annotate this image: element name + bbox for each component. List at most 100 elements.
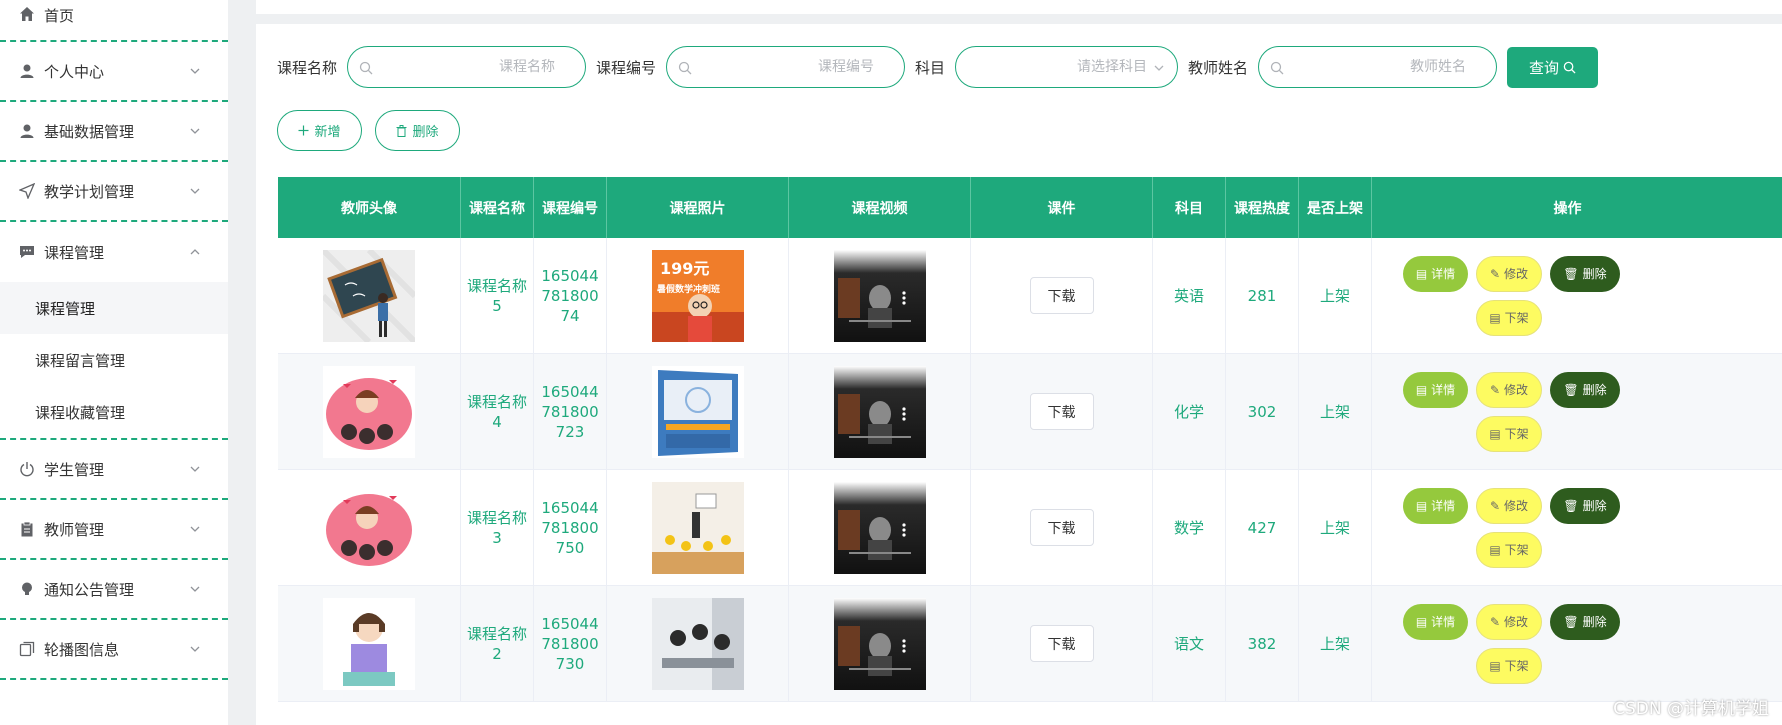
- subject-select[interactable]: [955, 46, 1179, 88]
- teacher-avatar-image: [323, 249, 415, 342]
- course-video-player[interactable]: [833, 597, 926, 690]
- edit-button[interactable]: ✎ 修改: [1476, 487, 1542, 524]
- sidebar-subitem-course-comments[interactable]: 课程留言管理: [0, 334, 228, 386]
- sidebar-item-teaching-plan[interactable]: 教学计划管理: [0, 162, 228, 222]
- chevron-down-icon: [190, 466, 200, 472]
- trash-icon: 🗑: [1563, 266, 1579, 281]
- bulb-icon: [18, 580, 36, 598]
- course-submenu: 课程管理 课程留言管理 课程收藏管理: [0, 282, 228, 440]
- sidebar-item-course-management[interactable]: 课程管理: [0, 222, 228, 282]
- detail-button[interactable]: ▤ 详情: [1403, 603, 1468, 640]
- table-row: 课程名称4 165044781800723 下载 化学 302 上架 ▤ 详情 …: [278, 354, 1782, 470]
- search-icon: [1563, 61, 1576, 74]
- chevron-down-icon: [190, 68, 200, 74]
- user-icon: [18, 62, 36, 80]
- teacher-avatar-image: [323, 597, 415, 690]
- user-icon: [18, 122, 36, 140]
- unlist-label: 下架: [1504, 659, 1529, 673]
- trash-icon: 🗑: [1563, 614, 1579, 629]
- sidebar-subitem-course[interactable]: 课程管理: [0, 282, 228, 334]
- delete-button[interactable]: 🗑 删除: [1550, 255, 1620, 292]
- course-photo-image: [651, 365, 744, 458]
- detail-label: 详情: [1431, 383, 1456, 397]
- add-button[interactable]: 新增: [277, 110, 362, 151]
- sidebar-item-basic-data[interactable]: 基础数据管理: [0, 102, 228, 162]
- unlist-button[interactable]: ▤ 下架: [1476, 531, 1542, 568]
- sidebar-item-student[interactable]: 学生管理: [0, 440, 228, 500]
- trash-icon: [396, 124, 407, 137]
- course-table: 教师头像 课程名称 课程编号 课程照片 课程视频 课件 科目 课程热度 是否上架…: [278, 177, 1782, 702]
- course-video-player[interactable]: [833, 365, 926, 458]
- detail-button[interactable]: ▤ 详情: [1403, 487, 1468, 524]
- course-video-player[interactable]: [833, 249, 926, 342]
- trash-icon: 🗑: [1563, 382, 1579, 397]
- teacher-name-label: 教师姓名: [1188, 58, 1249, 77]
- sidebar-item-home[interactable]: 首页: [0, 0, 228, 42]
- chevron-down-icon: [190, 586, 200, 592]
- edit-button[interactable]: ✎ 修改: [1476, 371, 1542, 408]
- edit-label: 修改: [1504, 615, 1529, 629]
- course-video-player[interactable]: [833, 481, 926, 574]
- row-actions: ▤ 详情 ✎ 修改 🗑 删除 ▤ 下架: [1372, 238, 1763, 354]
- course-photo-image: [651, 597, 744, 690]
- sidebar: 首页 个人中心 基础数据管理 教学计划管理 课程管理 课程管理 课程留言管理 课…: [0, 0, 228, 725]
- row-actions: ▤ 详情 ✎ 修改 🗑 删除 ▤ 下架: [1372, 354, 1763, 470]
- course-no-input[interactable]: [667, 47, 905, 87]
- sidebar-item-notice[interactable]: 通知公告管理: [0, 560, 228, 620]
- course-no-cell: 165044781800723: [534, 354, 607, 469]
- delete-label: 删除: [1582, 267, 1607, 281]
- sidebar-item-label: 通知公告管理: [44, 580, 135, 599]
- pencil-icon: ✎: [1489, 498, 1501, 513]
- subject-label: 科目: [915, 58, 946, 77]
- main-area: 课程名称 课程编号 科目 教师姓名 查询: [256, 0, 1782, 725]
- delete-batch-button[interactable]: 删除: [375, 110, 460, 151]
- doc-icon: ▤: [1415, 266, 1428, 281]
- search-icon: [359, 61, 373, 75]
- table-header: 教师头像 课程名称 课程编号 课程照片 课程视频 课件 科目 课程热度 是否上架…: [278, 177, 1782, 238]
- unlist-button[interactable]: ▤ 下架: [1476, 415, 1542, 452]
- edit-button[interactable]: ✎ 修改: [1476, 255, 1542, 292]
- sidebar-subitem-course-favorites[interactable]: 课程收藏管理: [0, 386, 228, 438]
- copy-icon: [18, 640, 36, 658]
- course-no-field[interactable]: [666, 46, 906, 88]
- unlist-button[interactable]: ▤ 下架: [1476, 647, 1542, 684]
- sidebar-item-label: 首页: [44, 7, 75, 25]
- detail-button[interactable]: ▤ 详情: [1403, 255, 1468, 292]
- clipboard-icon: [18, 520, 36, 538]
- status-cell: 上架: [1299, 470, 1372, 585]
- chevron-down-icon: [1154, 65, 1164, 71]
- unlist-label: 下架: [1504, 543, 1529, 557]
- course-name-cell: 课程名称2: [461, 586, 534, 701]
- sidebar-item-personal-center[interactable]: 个人中心: [0, 42, 228, 102]
- sidebar-item-carousel[interactable]: 轮播图信息: [0, 620, 228, 680]
- power-icon: [18, 460, 36, 478]
- sidebar-item-label: 基础数据管理: [44, 122, 135, 141]
- download-button[interactable]: 下载: [1029, 393, 1094, 430]
- unlist-label: 下架: [1504, 311, 1529, 325]
- download-button[interactable]: 下载: [1029, 625, 1094, 662]
- query-button[interactable]: 查询: [1507, 46, 1599, 88]
- sidebar-item-teacher[interactable]: 教师管理: [0, 500, 228, 560]
- detail-button[interactable]: ▤ 详情: [1403, 371, 1468, 408]
- chevron-down-icon: [190, 128, 200, 134]
- edit-label: 修改: [1504, 383, 1529, 397]
- teacher-name-field[interactable]: [1258, 46, 1498, 88]
- pencil-icon: ✎: [1489, 614, 1501, 629]
- course-name-input[interactable]: [348, 47, 586, 87]
- sidebar-item-label: 课程管理: [44, 243, 105, 262]
- delete-button[interactable]: 🗑 删除: [1550, 371, 1620, 408]
- download-button[interactable]: 下载: [1029, 509, 1094, 546]
- chevron-down-icon: [190, 646, 200, 652]
- unlist-button[interactable]: ▤ 下架: [1476, 299, 1542, 336]
- delete-button[interactable]: 🗑 删除: [1550, 487, 1620, 524]
- delete-button[interactable]: 🗑 删除: [1550, 603, 1620, 640]
- download-button[interactable]: 下载: [1029, 277, 1094, 314]
- status-cell: 上架: [1299, 354, 1372, 469]
- course-name-cell: 课程名称4: [461, 354, 534, 469]
- edit-button[interactable]: ✎ 修改: [1476, 603, 1542, 640]
- course-name-field[interactable]: [347, 46, 587, 88]
- sidebar-item-label: 轮播图信息: [44, 640, 120, 659]
- teacher-name-input[interactable]: [1259, 47, 1497, 87]
- subject-select-input[interactable]: [956, 47, 1178, 87]
- teacher-avatar-image: [323, 365, 415, 458]
